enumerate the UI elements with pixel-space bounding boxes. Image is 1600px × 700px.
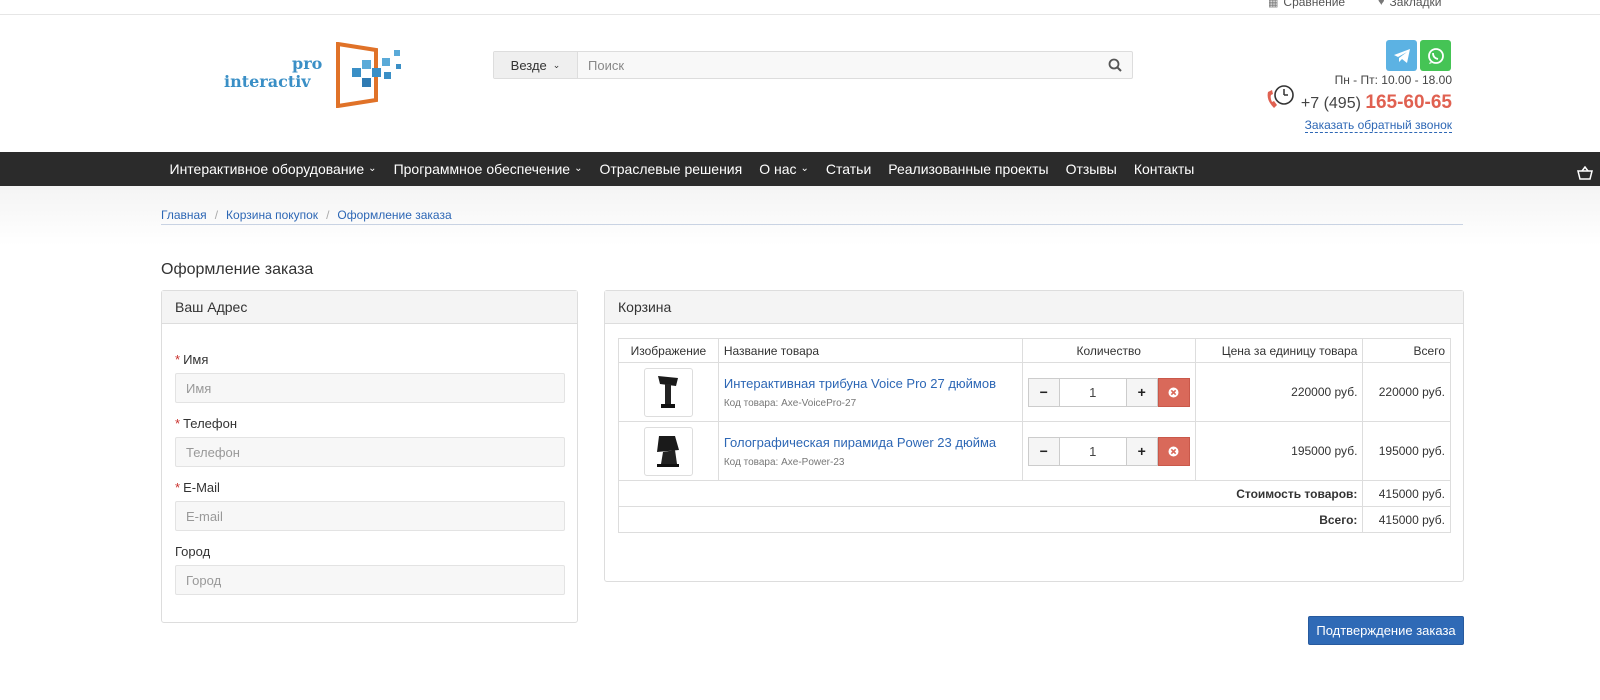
search-scope-dropdown[interactable]: Везде ⌄	[494, 52, 578, 78]
breadcrumb-checkout[interactable]: Оформление заказа	[337, 208, 451, 224]
address-panel-title: Ваш Адрес	[162, 291, 577, 324]
col-header-total: Всего	[1362, 338, 1451, 363]
decrease-button[interactable]: −	[1027, 436, 1060, 466]
nav-item[interactable]: Контакты	[1125, 152, 1202, 186]
phone-input[interactable]	[175, 437, 565, 467]
chevron-down-icon: ⌄	[552, 59, 561, 70]
bar-chart-icon: ▦	[1268, 0, 1279, 9]
cart-panel: Корзина Изображение Название товара Коли…	[604, 290, 1464, 582]
quantity-input[interactable]	[1059, 436, 1126, 466]
product-thumbnail[interactable]	[643, 426, 693, 476]
breadcrumb-separator: /	[326, 208, 330, 222]
product-name-link[interactable]: Интерактивная трибуна Voice Pro 27 дюймо…	[724, 376, 1017, 391]
row-total: 220000 руб.	[1362, 362, 1451, 422]
product-thumbnail[interactable]	[643, 367, 693, 417]
chevron-down-icon: ⌄	[368, 163, 377, 174]
subtotal-row: Стоимость товаров: 415000 руб.	[617, 480, 1451, 507]
breadcrumb-separator: /	[214, 208, 219, 222]
required-mark: *	[175, 416, 181, 431]
nav-item[interactable]: О нас ⌄	[751, 152, 818, 186]
increase-button[interactable]: +	[1125, 377, 1158, 407]
breadcrumb: Главная / Корзина покупок / Оформление з…	[161, 208, 1463, 225]
cart-row: Интерактивная трибуна Voice Pro 27 дюймо…	[618, 362, 1451, 422]
subtotal-label: Стоимость товаров:	[617, 480, 1364, 507]
quantity-input[interactable]	[1059, 377, 1126, 407]
cart-panel-title: Корзина	[605, 291, 1463, 324]
remove-icon	[1168, 446, 1179, 456]
subtotal-value: 415000 руб.	[1362, 480, 1451, 507]
bookmarks-link[interactable]: ♥ Закладки	[1378, 0, 1441, 9]
city-field: Город	[175, 544, 565, 595]
remove-item-button[interactable]	[1157, 436, 1190, 466]
product-code: Код товара: Axe-VoicePro-27	[723, 397, 857, 409]
search-button[interactable]	[1098, 52, 1132, 78]
cart-table: Изображение Название товара Количество Ц…	[617, 338, 1451, 533]
breadcrumb-home[interactable]: Главная	[161, 208, 207, 224]
basket-icon	[1577, 166, 1593, 180]
name-input[interactable]	[175, 373, 565, 403]
nav-item[interactable]: Отзывы	[1057, 152, 1125, 186]
email-field: * E-Mail	[175, 480, 565, 531]
telegram-button[interactable]	[1386, 40, 1417, 71]
remove-icon	[1168, 387, 1179, 397]
increase-button[interactable]: +	[1125, 436, 1158, 466]
working-hours: Пн - Пт: 10.00 - 18.00	[1334, 73, 1452, 87]
chevron-down-icon: ⌄	[574, 163, 583, 174]
col-header-qty: Количество	[1021, 338, 1196, 363]
cart-row: Голографическая пирамида Power 23 дюйма …	[618, 421, 1451, 481]
quantity-stepper: − +	[1027, 436, 1190, 466]
main-nav: Интерактивное оборудование ⌄ Программное о…	[0, 152, 1600, 186]
phone-clock-icon	[1267, 85, 1294, 108]
compare-link[interactable]: ▦ Сравнение	[1268, 0, 1345, 9]
unit-price: 195000 руб.	[1194, 421, 1364, 481]
decrease-button[interactable]: −	[1027, 377, 1060, 407]
nav-item[interactable]: Реализованные проекты	[880, 152, 1057, 186]
total-label: Всего:	[617, 506, 1364, 533]
whatsapp-button[interactable]	[1420, 40, 1451, 71]
site-logo[interactable]: pro interactiv	[222, 40, 412, 110]
top-bar: ▦ Сравнение ♥ Закладки	[0, 0, 1600, 15]
logo-frame-icon	[336, 42, 401, 108]
telegram-icon	[1393, 48, 1410, 63]
address-panel: Ваш Адрес *Имя *Телефон *E-Mail Город	[161, 290, 578, 623]
required-mark: *	[175, 352, 181, 367]
total-row: Всего: 415000 руб.	[617, 506, 1451, 533]
nav-item[interactable]: Статьи	[817, 152, 879, 186]
city-input[interactable]	[175, 565, 565, 595]
page-title: Оформление заказа	[161, 261, 314, 278]
breadcrumb-cart[interactable]: Корзина покупок	[226, 208, 318, 224]
email-input[interactable]	[175, 501, 565, 531]
unit-price: 220000 руб.	[1194, 362, 1364, 422]
confirm-order-button[interactable]: Подтверждение заказа	[1308, 616, 1464, 645]
quantity-stepper: − +	[1027, 377, 1190, 407]
product-name-link[interactable]: Голографическая пирамида Power 23 дюйма	[724, 435, 1017, 450]
total-value: 415000 руб.	[1362, 506, 1451, 533]
col-header-price: Цена за единицу товара	[1194, 338, 1364, 363]
callback-link[interactable]: Заказать обратный звонок	[1304, 118, 1452, 133]
whatsapp-icon	[1427, 47, 1444, 64]
remove-item-button[interactable]	[1157, 377, 1190, 407]
nav-item[interactable]: Отраслевые решения	[591, 152, 751, 186]
heart-icon: ♥	[1378, 0, 1385, 8]
phone-field: * Телефон	[175, 416, 565, 467]
product-code: Код товара: Axe-Power-23	[723, 456, 845, 468]
kiosk-stand-image	[658, 376, 679, 408]
nav-item[interactable]: Программное обеспечение ⌄	[385, 152, 591, 186]
phone-number[interactable]: +7 (495) 165-60-65	[1301, 92, 1452, 114]
chevron-down-icon: ⌄	[800, 163, 809, 174]
col-header-name: Название товара	[717, 338, 1023, 363]
required-mark: *	[175, 480, 181, 495]
search-input[interactable]	[578, 52, 1098, 78]
hologram-pyramid-image	[657, 436, 680, 467]
col-header-image: Изображение	[618, 338, 719, 363]
search-bar: Везде ⌄	[493, 51, 1133, 79]
row-total: 195000 руб.	[1362, 421, 1451, 481]
name-field: * Имя	[175, 352, 565, 403]
search-icon	[1108, 58, 1122, 72]
nav-item[interactable]: Интерактивное оборудование ⌄	[161, 152, 385, 186]
